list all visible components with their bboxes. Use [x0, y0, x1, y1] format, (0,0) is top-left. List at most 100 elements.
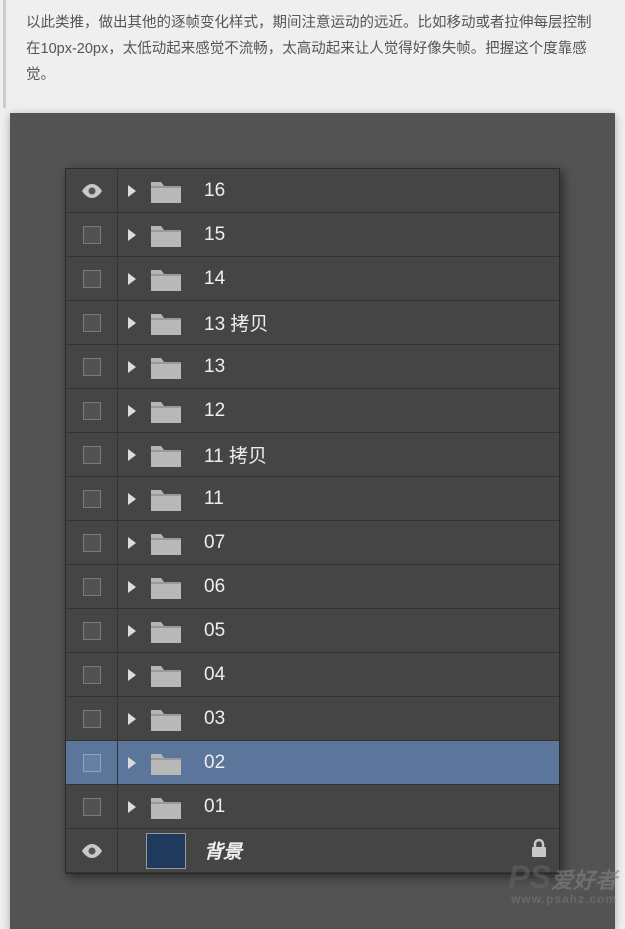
expand-toggle[interactable]: [118, 317, 146, 329]
expand-toggle[interactable]: [118, 801, 146, 813]
visibility-toggle[interactable]: [66, 345, 118, 388]
expand-toggle[interactable]: [118, 669, 146, 681]
chevron-right-icon: [128, 229, 136, 241]
layer-thumbnail: [146, 575, 186, 599]
visibility-empty-icon: [83, 446, 101, 464]
screenshot-frame: 16 15 14 13 拷贝 13 12 11 拷贝 11 07 06 05 04 03 02 01 背景: [10, 113, 615, 929]
layer-name[interactable]: 14: [186, 268, 559, 290]
layer-row[interactable]: 03: [66, 697, 559, 741]
visibility-toggle[interactable]: [66, 609, 118, 652]
chevron-right-icon: [128, 625, 136, 637]
folder-icon: [151, 663, 181, 687]
lock-indicator[interactable]: [519, 838, 559, 863]
chevron-right-icon: [128, 449, 136, 461]
layer-thumbnail: [146, 663, 186, 687]
expand-toggle[interactable]: [118, 405, 146, 417]
layer-row[interactable]: 15: [66, 213, 559, 257]
expand-toggle[interactable]: [118, 493, 146, 505]
layer-row[interactable]: 16: [66, 169, 559, 213]
layer-row[interactable]: 11: [66, 477, 559, 521]
chevron-right-icon: [128, 757, 136, 769]
visibility-toggle[interactable]: [66, 477, 118, 520]
layer-thumbnail: [146, 179, 186, 203]
layer-thumbnail: [146, 355, 186, 379]
chevron-right-icon: [128, 669, 136, 681]
chevron-right-icon: [128, 713, 136, 725]
layer-name[interactable]: 12: [186, 400, 559, 422]
visibility-toggle[interactable]: [66, 301, 118, 344]
layer-name[interactable]: 06: [186, 576, 559, 598]
visibility-empty-icon: [83, 226, 101, 244]
layer-row[interactable]: 01: [66, 785, 559, 829]
layer-name[interactable]: 13: [186, 356, 559, 378]
layer-name[interactable]: 04: [186, 664, 559, 686]
folder-icon: [151, 751, 181, 775]
folder-icon: [151, 179, 181, 203]
layer-name[interactable]: 02: [186, 752, 559, 774]
visibility-toggle[interactable]: [66, 257, 118, 300]
layer-row[interactable]: 13 拷贝: [66, 301, 559, 345]
layer-thumbnail: [146, 833, 186, 869]
visibility-toggle[interactable]: [66, 169, 118, 212]
layer-name[interactable]: 背景: [186, 837, 519, 864]
layers-panel[interactable]: 16 15 14 13 拷贝 13 12 11 拷贝 11 07 06 05 04 03 02 01 背景: [65, 168, 560, 874]
eye-icon: [81, 844, 103, 858]
expand-toggle[interactable]: [118, 757, 146, 769]
layer-name[interactable]: 01: [186, 796, 559, 818]
layer-name[interactable]: 16: [186, 180, 559, 202]
layer-name[interactable]: 05: [186, 620, 559, 642]
folder-icon: [151, 355, 181, 379]
visibility-toggle[interactable]: [66, 653, 118, 696]
layer-name[interactable]: 13 拷贝: [186, 309, 559, 336]
layer-row[interactable]: 14: [66, 257, 559, 301]
visibility-empty-icon: [83, 710, 101, 728]
expand-toggle[interactable]: [118, 273, 146, 285]
expand-toggle[interactable]: [118, 229, 146, 241]
eye-icon: [81, 184, 103, 198]
visibility-toggle[interactable]: [66, 785, 118, 828]
visibility-toggle[interactable]: [66, 521, 118, 564]
visibility-empty-icon: [83, 402, 101, 420]
chevron-right-icon: [128, 185, 136, 197]
expand-toggle[interactable]: [118, 713, 146, 725]
expand-toggle[interactable]: [118, 449, 146, 461]
visibility-empty-icon: [83, 270, 101, 288]
visibility-toggle[interactable]: [66, 565, 118, 608]
layer-name[interactable]: 15: [186, 224, 559, 246]
visibility-toggle[interactable]: [66, 741, 118, 784]
layer-row[interactable]: 02: [66, 741, 559, 785]
layer-thumbnail: [146, 531, 186, 555]
layer-row[interactable]: 背景: [66, 829, 559, 873]
visibility-empty-icon: [83, 578, 101, 596]
visibility-empty-icon: [83, 666, 101, 684]
layer-name[interactable]: 11 拷贝: [186, 441, 559, 468]
expand-toggle[interactable]: [118, 581, 146, 593]
layer-thumbnail: [146, 311, 186, 335]
visibility-toggle[interactable]: [66, 389, 118, 432]
expand-toggle[interactable]: [118, 625, 146, 637]
layer-thumbnail: [146, 751, 186, 775]
chevron-right-icon: [128, 317, 136, 329]
expand-toggle[interactable]: [118, 537, 146, 549]
expand-toggle[interactable]: [118, 361, 146, 373]
visibility-toggle[interactable]: [66, 433, 118, 476]
layer-name[interactable]: 11: [186, 488, 559, 510]
layer-thumbnail: [146, 267, 186, 291]
layer-name[interactable]: 07: [186, 532, 559, 554]
visibility-toggle[interactable]: [66, 829, 118, 872]
expand-toggle[interactable]: [118, 185, 146, 197]
layer-row[interactable]: 12: [66, 389, 559, 433]
layer-name[interactable]: 03: [186, 708, 559, 730]
folder-icon: [151, 795, 181, 819]
layer-row[interactable]: 13: [66, 345, 559, 389]
chevron-right-icon: [128, 581, 136, 593]
visibility-toggle[interactable]: [66, 697, 118, 740]
layer-thumbnail: [146, 707, 186, 731]
layer-row[interactable]: 04: [66, 653, 559, 697]
folder-icon: [151, 531, 181, 555]
layer-row[interactable]: 11 拷贝: [66, 433, 559, 477]
layer-row[interactable]: 07: [66, 521, 559, 565]
layer-row[interactable]: 05: [66, 609, 559, 653]
layer-row[interactable]: 06: [66, 565, 559, 609]
visibility-toggle[interactable]: [66, 213, 118, 256]
